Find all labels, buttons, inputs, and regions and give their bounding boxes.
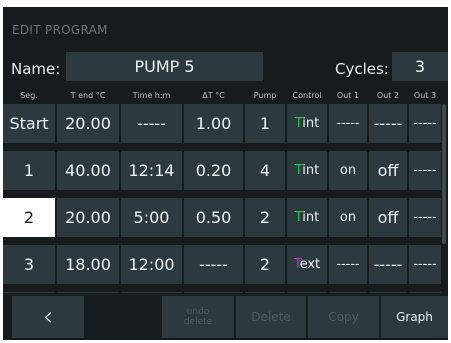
control-mode-text: int (302, 210, 320, 225)
header-out1: Out 1 (336, 91, 360, 100)
cell-time[interactable]: 12:14 (121, 151, 182, 190)
cell-out1[interactable]: on (329, 198, 367, 237)
cell-tend[interactable]: 40.00 (57, 151, 119, 190)
header-control: Control (292, 91, 322, 100)
control-mode-text: int (302, 163, 320, 178)
cell-tend[interactable]: 20.00 (57, 198, 119, 237)
bottom-toolbar: ‹ undo delete Delete Copy Graph (3, 293, 448, 340)
cell-out3[interactable]: ----- (409, 198, 441, 237)
back-button[interactable]: ‹ (12, 296, 84, 338)
cell-pump[interactable]: 2 (245, 198, 285, 237)
undo-label-line1: undo (186, 307, 210, 317)
cell-seg[interactable]: 2 (3, 198, 55, 237)
cell-time[interactable]: 5:00 (121, 198, 182, 237)
control-mode-text: int (302, 116, 320, 131)
cell-control[interactable]: Tint (287, 198, 327, 237)
cell-time[interactable]: ----- (121, 104, 182, 143)
cell-out2[interactable]: off (369, 198, 407, 237)
cell-dt[interactable]: 0.20 (184, 151, 243, 190)
cell-dt[interactable]: ----- (184, 245, 243, 284)
cell-time[interactable]: 12:00 (121, 245, 182, 284)
undo-delete-button[interactable]: undo delete (162, 296, 234, 338)
cell-out2[interactable]: ----- (369, 245, 407, 284)
header-tend: T end °C (70, 91, 106, 100)
cell-dt[interactable]: 1.00 (184, 104, 243, 143)
screen-title: EDIT PROGRAM (12, 23, 108, 37)
header-time: Time h:m (132, 91, 171, 100)
cell-pump[interactable]: 4 (245, 151, 285, 190)
cell-out3[interactable]: ----- (409, 104, 441, 143)
cycles-field[interactable]: 3 (392, 52, 448, 81)
table-row[interactable]: 2 20.00 5:00 0.50 2 Tint on off ----- (3, 198, 448, 237)
cell-out1[interactable]: ----- (329, 104, 367, 143)
cell-control[interactable]: Tint (287, 104, 327, 143)
cell-dt[interactable]: 0.50 (184, 198, 243, 237)
cell-out2[interactable]: ----- (369, 104, 407, 143)
chevron-left-icon: ‹ (42, 302, 54, 332)
cell-out3[interactable]: ----- (409, 245, 441, 284)
header-pump: Pump (253, 91, 277, 100)
cell-control[interactable]: Tint (287, 151, 327, 190)
cell-out2[interactable]: off (369, 151, 407, 190)
table-row[interactable]: 1 40.00 12:14 0.20 4 Tint on off ----- (3, 151, 448, 190)
cell-out3[interactable]: ----- (409, 151, 441, 190)
name-label: Name: (11, 60, 61, 78)
header-dt: ΔT °C (202, 91, 225, 100)
header-out2: Out 2 (376, 91, 400, 100)
cell-seg[interactable]: 3 (3, 245, 55, 284)
cell-control[interactable]: Text (287, 245, 327, 284)
delete-button[interactable]: Delete (236, 296, 306, 338)
table-header: Seg. T end °C Time h:m ΔT °C Pump Contro… (3, 88, 448, 104)
header-seg: Seg. (20, 91, 38, 100)
header-out3: Out 3 (413, 91, 437, 100)
table-row[interactable]: 3 18.00 12:00 ----- 2 Text ----- ----- ----- (3, 245, 448, 284)
program-name-field[interactable]: PUMP 5 (66, 52, 263, 81)
cycles-label: Cycles: (335, 60, 389, 78)
cell-out1[interactable]: on (329, 151, 367, 190)
cell-seg[interactable]: 1 (3, 151, 55, 190)
cell-tend[interactable]: 20.00 (57, 104, 119, 143)
table-row[interactable]: Start 20.00 ----- 1.00 1 Tint ----- ----- ----- (3, 104, 448, 143)
control-mode-text: ext (299, 257, 321, 272)
table-scrollbar[interactable] (442, 104, 446, 244)
cell-pump[interactable]: 2 (245, 245, 285, 284)
graph-button[interactable]: Graph (381, 296, 448, 338)
undo-label-line2: delete (183, 317, 213, 327)
copy-button[interactable]: Copy (308, 296, 379, 338)
edit-program-screen: EDIT PROGRAM Name: PUMP 5 Cycles: 3 Seg.… (3, 7, 448, 340)
cell-seg[interactable]: Start (3, 104, 55, 143)
cell-out1[interactable]: ----- (329, 245, 367, 284)
cell-pump[interactable]: 1 (245, 104, 285, 143)
cell-tend[interactable]: 18.00 (57, 245, 119, 284)
